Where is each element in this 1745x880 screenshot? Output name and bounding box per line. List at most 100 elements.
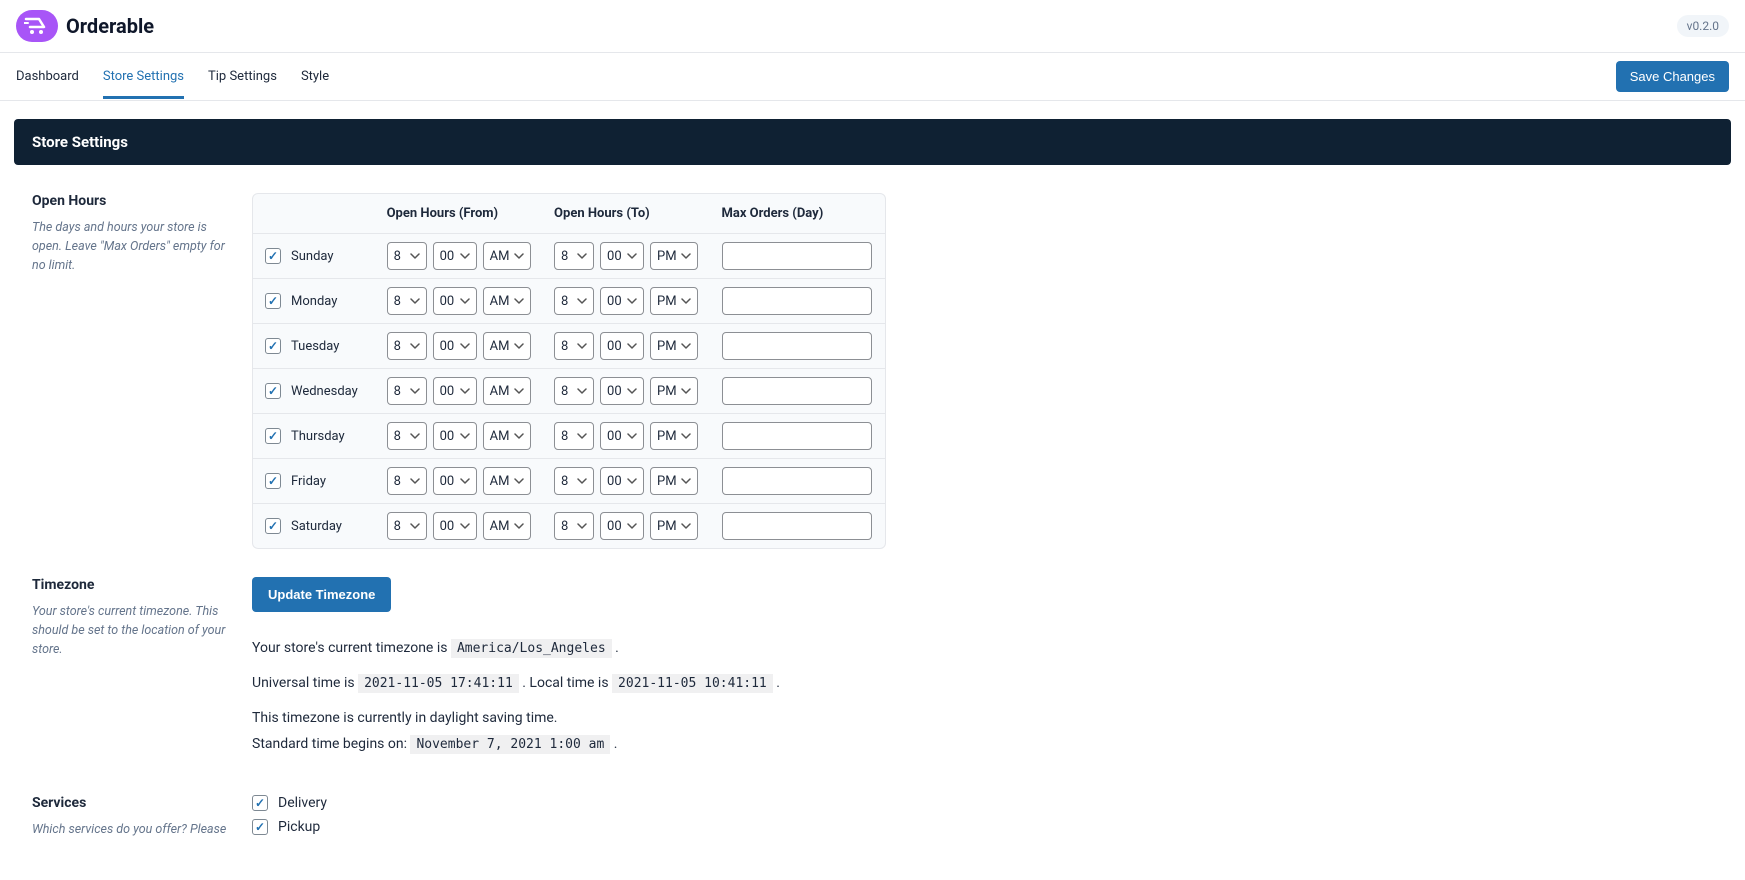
hours-row-monday: Monday800AM800PM	[253, 279, 885, 324]
from-minute-select[interactable]: 00	[433, 242, 477, 270]
day-enabled-checkbox[interactable]	[265, 518, 281, 534]
from-ampm-select[interactable]: AM	[483, 377, 531, 405]
service-checkbox[interactable]	[252, 819, 268, 835]
version-badge: v0.2.0	[1677, 15, 1729, 37]
nav-tab-style[interactable]: Style	[301, 55, 329, 99]
to-minute-select[interactable]: 00	[600, 467, 644, 495]
from-minute-select[interactable]: 00	[433, 422, 477, 450]
timezone-title: Timezone	[32, 577, 228, 593]
chevron-down-icon	[514, 476, 524, 486]
max-orders-input[interactable]	[722, 332, 872, 360]
from-hour-select[interactable]: 8	[387, 287, 427, 315]
to-minute-select[interactable]: 00	[600, 377, 644, 405]
to-hour-select[interactable]: 8	[554, 287, 594, 315]
chevron-down-icon	[514, 251, 524, 261]
max-orders-input[interactable]	[722, 512, 872, 540]
from-minute-select[interactable]: 00	[433, 287, 477, 315]
day-enabled-checkbox[interactable]	[265, 428, 281, 444]
to-ampm-select[interactable]: PM	[650, 242, 698, 270]
day-enabled-checkbox[interactable]	[265, 473, 281, 489]
to-hour-select[interactable]: 8	[554, 422, 594, 450]
to-ampm-select[interactable]: PM	[650, 422, 698, 450]
tz-period: .	[615, 640, 619, 656]
chevron-down-icon	[460, 341, 470, 351]
from-hour-select[interactable]: 8	[387, 467, 427, 495]
hours-row-friday: Friday800AM800PM	[253, 459, 885, 504]
to-hour-select[interactable]: 8	[554, 377, 594, 405]
day-enabled-checkbox[interactable]	[265, 383, 281, 399]
chevron-down-icon	[681, 386, 691, 396]
chevron-down-icon	[514, 341, 524, 351]
to-ampm-select[interactable]: PM	[650, 512, 698, 540]
to-minute-select[interactable]: 00	[600, 332, 644, 360]
day-label: Wednesday	[291, 384, 358, 399]
to-ampm-select[interactable]: PM	[650, 332, 698, 360]
chevron-down-icon	[577, 521, 587, 531]
hours-row-tuesday: Tuesday800AM800PM	[253, 324, 885, 369]
to-hour-select[interactable]: 8	[554, 242, 594, 270]
from-minute-select[interactable]: 00	[433, 377, 477, 405]
chevron-down-icon	[410, 341, 420, 351]
chevron-down-icon	[514, 431, 524, 441]
service-checkbox[interactable]	[252, 795, 268, 811]
day-enabled-checkbox[interactable]	[265, 338, 281, 354]
from-ampm-select[interactable]: AM	[483, 287, 531, 315]
from-hour-select[interactable]: 8	[387, 242, 427, 270]
nav-tab-dashboard[interactable]: Dashboard	[16, 55, 79, 99]
to-minute-select[interactable]: 00	[600, 422, 644, 450]
max-orders-input[interactable]	[722, 467, 872, 495]
to-hour-select[interactable]: 8	[554, 332, 594, 360]
tz-std-value: November 7, 2021 1:00 am	[410, 735, 610, 754]
chevron-down-icon	[577, 296, 587, 306]
tz-local-value: 2021-11-05 10:41:11	[612, 674, 773, 693]
tz-std-prefix: Standard time begins on:	[252, 736, 410, 752]
day-label: Monday	[291, 294, 337, 309]
page-title: Store Settings	[14, 119, 1731, 165]
chevron-down-icon	[460, 251, 470, 261]
from-hour-select[interactable]: 8	[387, 332, 427, 360]
save-changes-button[interactable]: Save Changes	[1616, 61, 1729, 92]
nav-tab-tip-settings[interactable]: Tip Settings	[208, 55, 277, 99]
tz-current-value: America/Los_Angeles	[451, 639, 612, 658]
day-enabled-checkbox[interactable]	[265, 293, 281, 309]
to-minute-select[interactable]: 00	[600, 512, 644, 540]
from-hour-select[interactable]: 8	[387, 512, 427, 540]
from-hour-select[interactable]: 8	[387, 422, 427, 450]
to-hour-select[interactable]: 8	[554, 467, 594, 495]
from-minute-select[interactable]: 00	[433, 332, 477, 360]
nav-tab-store-settings[interactable]: Store Settings	[103, 55, 184, 99]
chevron-down-icon	[460, 521, 470, 531]
to-hour-select[interactable]: 8	[554, 512, 594, 540]
max-orders-input[interactable]	[722, 242, 872, 270]
day-label: Saturday	[291, 519, 342, 534]
chevron-down-icon	[627, 521, 637, 531]
chevron-down-icon	[577, 431, 587, 441]
from-ampm-select[interactable]: AM	[483, 422, 531, 450]
from-ampm-select[interactable]: AM	[483, 512, 531, 540]
from-minute-select[interactable]: 00	[433, 467, 477, 495]
to-minute-select[interactable]: 00	[600, 287, 644, 315]
max-orders-input[interactable]	[722, 287, 872, 315]
nav-tabs: Dashboard Store Settings Tip Settings Style	[16, 55, 329, 99]
from-ampm-select[interactable]: AM	[483, 242, 531, 270]
chevron-down-icon	[514, 386, 524, 396]
to-ampm-select[interactable]: PM	[650, 467, 698, 495]
tz-current-prefix: Your store's current timezone is	[252, 640, 451, 656]
to-minute-select[interactable]: 00	[600, 242, 644, 270]
max-orders-input[interactable]	[722, 422, 872, 450]
from-minute-select[interactable]: 00	[433, 512, 477, 540]
from-ampm-select[interactable]: AM	[483, 467, 531, 495]
chevron-down-icon	[514, 521, 524, 531]
tz-utc-value: 2021-11-05 17:41:11	[358, 674, 519, 693]
to-ampm-select[interactable]: PM	[650, 287, 698, 315]
from-ampm-select[interactable]: AM	[483, 332, 531, 360]
update-timezone-button[interactable]: Update Timezone	[252, 577, 391, 612]
brand: Orderable	[16, 10, 154, 42]
from-hour-select[interactable]: 8	[387, 377, 427, 405]
day-enabled-checkbox[interactable]	[265, 248, 281, 264]
chevron-down-icon	[627, 476, 637, 486]
chevron-down-icon	[577, 341, 587, 351]
to-ampm-select[interactable]: PM	[650, 377, 698, 405]
brand-logo-icon	[16, 10, 58, 42]
max-orders-input[interactable]	[722, 377, 872, 405]
